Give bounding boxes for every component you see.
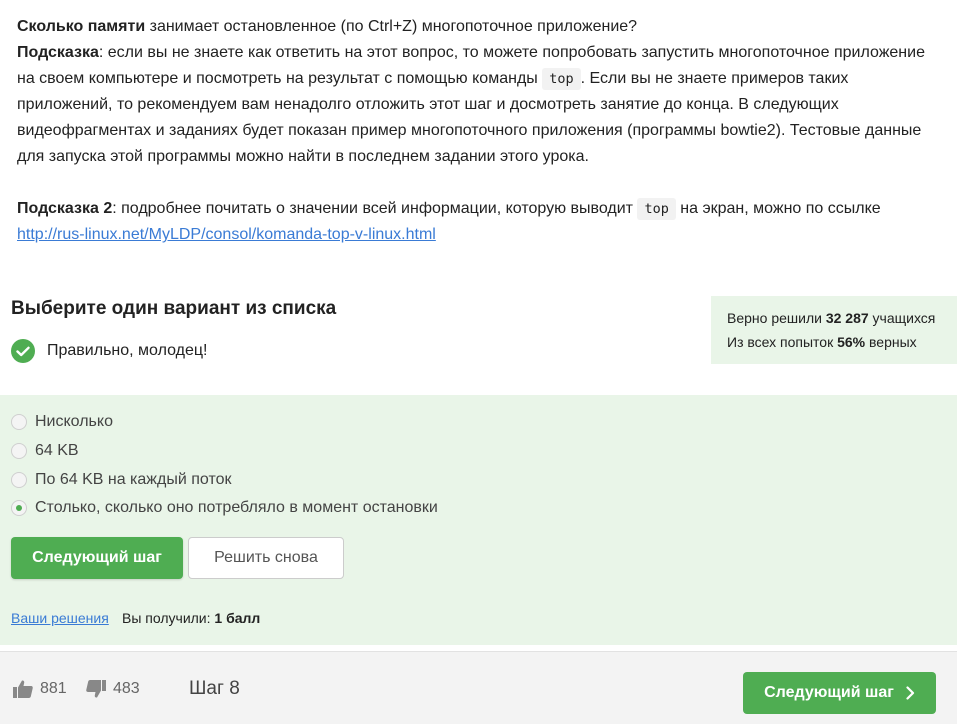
thumbs-up-icon — [13, 679, 33, 698]
option-label: Нисколько — [35, 413, 113, 430]
hint-2-code: top — [637, 197, 676, 220]
question-text: Сколько памяти занимает остановленное (п… — [17, 14, 942, 248]
option-1[interactable]: 64 KB — [11, 442, 79, 460]
quiz-heading: Выберите один вариант из списка — [11, 298, 337, 319]
radio-button[interactable] — [11, 472, 27, 488]
hint-1-label: Подсказка — [17, 43, 99, 61]
dislike-button[interactable]: 483 — [85, 652, 140, 724]
hint-2-link[interactable]: http://rus-linux.net/MyLDP/consol/komand… — [17, 226, 436, 243]
like-count: 881 — [40, 679, 67, 697]
hint-1-code: top — [542, 67, 581, 90]
like-button[interactable]: 881 — [12, 652, 67, 724]
thumbs-down-icon — [86, 679, 106, 698]
stats-attempts: Из всех попыток 56% верных — [727, 330, 957, 354]
your-solutions-link[interactable]: Ваши решения — [11, 610, 109, 626]
stats-solved-prefix: Верно решили — [727, 310, 826, 326]
option-label: Столько, сколько оно потребляло в момент… — [35, 499, 438, 516]
question-bold: Сколько памяти — [17, 18, 146, 35]
step-label: Шаг 8 — [189, 677, 240, 699]
hint-2: Подсказка 2: подробнее почитать о значен… — [17, 196, 942, 249]
feedback-text: Правильно, молодец! — [47, 342, 208, 359]
footer-next-step-button[interactable]: Следующий шаг — [743, 672, 936, 714]
hint-2-text-a: : подробнее почитать о значении всей инф… — [112, 199, 638, 217]
feedback-row: Правильно, молодец! — [11, 339, 207, 363]
stats-attempts-suffix: верных — [865, 334, 917, 350]
stats-solved-suffix: учащихся — [868, 310, 936, 326]
stats-panel: Верно решили 32 287 учащихся Из всех поп… — [711, 296, 957, 364]
retry-button[interactable]: Решить снова — [188, 537, 344, 579]
footer-next-label: Следующий шаг — [764, 684, 894, 701]
option-3[interactable]: Столько, сколько оно потребляло в момент… — [11, 499, 438, 517]
question-rest: занимает остановленное (по Ctrl+Z) много… — [145, 18, 638, 35]
radio-dot-icon — [16, 505, 22, 511]
chevron-right-icon — [906, 686, 915, 700]
stats-solved: Верно решили 32 287 учащихся — [727, 306, 957, 330]
answer-box: Нисколько 64 KB По 64 KB на каждый поток… — [0, 395, 957, 645]
radio-button-selected[interactable] — [11, 500, 27, 516]
option-label: По 64 KB на каждый поток — [35, 471, 232, 488]
score-label: Вы получили: — [122, 610, 215, 626]
hint-2-label: Подсказка 2 — [17, 199, 113, 217]
hint-1: Подсказка: если вы не знаете как ответит… — [17, 40, 942, 170]
score-text: Вы получили: 1 балл — [122, 610, 260, 626]
option-0[interactable]: Нисколько — [11, 413, 113, 431]
stats-attempts-prefix: Из всех попыток — [727, 334, 838, 350]
radio-button[interactable] — [11, 414, 27, 430]
option-2[interactable]: По 64 KB на каждый поток — [11, 471, 231, 489]
dislike-count: 483 — [113, 679, 140, 697]
option-label: 64 KB — [35, 442, 79, 459]
footer-bar: 881 483 Шаг 8 Следующий шаг — [0, 651, 957, 724]
score-value: 1 балл — [214, 610, 261, 626]
check-icon — [11, 339, 35, 363]
radio-button[interactable] — [11, 443, 27, 459]
hint-2-text-b: на экран, можно по ссылке — [675, 199, 881, 217]
stats-solved-count: 32 287 — [825, 310, 869, 326]
stats-attempts-percent: 56% — [837, 334, 866, 350]
next-step-button[interactable]: Следующий шаг — [11, 537, 183, 579]
question-line: Сколько памяти занимает остановленное (п… — [17, 14, 942, 40]
